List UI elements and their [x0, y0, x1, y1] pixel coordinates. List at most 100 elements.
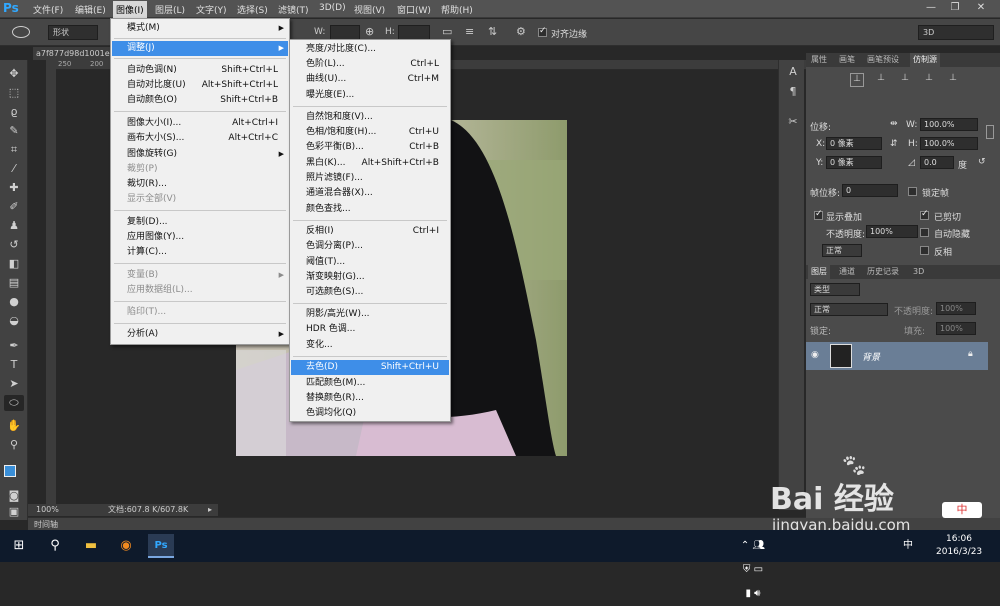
quick-select-tool-icon[interactable]: ✎ — [4, 123, 24, 139]
eraser-tool-icon[interactable]: ◧ — [4, 256, 24, 272]
menu-edit[interactable]: 编辑(E) — [75, 3, 106, 16]
eyedropper-tool-icon[interactable]: ⁄ — [4, 161, 24, 177]
shape-mode-select[interactable]: 形状 — [48, 25, 98, 40]
menu-item-calculations[interactable]: 计算(C)... — [112, 245, 288, 260]
link-icon[interactable]: ⊕ — [365, 25, 374, 38]
healing-tool-icon[interactable]: ✚ — [4, 180, 24, 196]
menu-item-selective-color[interactable]: 可选颜色(S)... — [291, 285, 449, 300]
ellipse-tool-icon[interactable] — [12, 26, 30, 38]
character-panel-icon[interactable]: A — [783, 64, 803, 80]
path-align-icon[interactable]: ≡ — [465, 25, 474, 38]
menu-item-apply-image[interactable]: 应用图像(Y)... — [112, 230, 288, 245]
search-icon[interactable]: ⚲ — [42, 534, 68, 558]
menu-item-match-color[interactable]: 匹配颜色(M)... — [291, 376, 449, 391]
gradient-tool-icon[interactable]: ▤ — [4, 275, 24, 291]
fill-input[interactable]: 100% — [936, 322, 976, 335]
move-tool-icon[interactable]: ✥ — [4, 66, 24, 82]
tab-3d[interactable]: 3D — [910, 265, 927, 279]
menu-item-canvas-size[interactable]: 画布大小(S)... Alt+Ctrl+C — [112, 131, 288, 146]
browser-icon[interactable]: ◉ — [113, 534, 139, 558]
menu-item-curves[interactable]: 曲线(U)... Ctrl+M — [291, 72, 449, 87]
flip-v-icon[interactable]: ⇵ — [890, 139, 898, 149]
menu-item-color-balance[interactable]: 色彩平衡(B)... Ctrl+B — [291, 140, 449, 155]
menu-item-auto-contrast[interactable]: 自动对比度(U) Alt+Shift+Ctrl+L — [112, 78, 288, 93]
menu-3d[interactable]: 3D(D) — [319, 3, 346, 13]
tab-properties[interactable]: 属性 — [808, 53, 830, 67]
clone-source-1-icon[interactable]: ⊥ — [850, 73, 864, 87]
menu-item-black-white[interactable]: 黑白(K)... Alt+Shift+Ctrl+B — [291, 156, 449, 171]
menu-item-analysis[interactable]: 分析(A) ▶ — [112, 327, 288, 342]
eye-icon[interactable]: ◉ — [811, 350, 819, 360]
layer-opacity-input[interactable]: 100% — [936, 302, 976, 315]
tab-clone-source[interactable]: 仿制源 — [910, 53, 940, 67]
overlay-opacity-input[interactable]: 100% — [866, 225, 918, 238]
menu-item-levels[interactable]: 色阶(L)... Ctrl+L — [291, 57, 449, 72]
layer-blend-mode[interactable]: 正常 — [810, 303, 888, 316]
menu-item-vibrance[interactable]: 自然饱和度(V)... — [291, 110, 449, 125]
menu-item-posterize[interactable]: 色调分离(P)... — [291, 239, 449, 254]
screen-mode-icon[interactable]: ▣ — [4, 504, 24, 520]
clone-source-3-icon[interactable]: ⊥ — [898, 73, 912, 87]
clock-time[interactable]: 16:06 — [946, 534, 972, 544]
menu-item-shadows-highlights[interactable]: 阴影/高光(W)... — [291, 307, 449, 322]
stamp-tool-icon[interactable]: ♟ — [4, 218, 24, 234]
type-tool-icon[interactable]: T — [4, 357, 24, 373]
path-arrange-icon[interactable]: ⇅ — [488, 25, 497, 38]
lasso-tool-icon[interactable]: ϱ — [4, 104, 24, 120]
brush-tool-icon[interactable]: ✐ — [4, 199, 24, 215]
flip-h-icon[interactable]: ⇹ — [890, 119, 898, 129]
menu-file[interactable]: 文件(F) — [33, 3, 63, 16]
menu-item-auto-tone[interactable]: 自动色调(N) Shift+Ctrl+L — [112, 63, 288, 78]
menu-item-variations[interactable]: 变化... — [291, 338, 449, 353]
show-overlay-checkbox[interactable] — [814, 209, 823, 220]
clone-x-input[interactable]: 0 像素 — [826, 137, 882, 150]
reset-icon[interactable]: ↺ — [978, 157, 986, 167]
lock-frame-checkbox[interactable] — [908, 187, 917, 196]
pen-tool-icon[interactable]: ✒ — [4, 338, 24, 354]
marquee-tool-icon[interactable]: ⬚ — [4, 85, 24, 101]
menu-view[interactable]: 视图(V) — [354, 3, 385, 16]
clone-width-input[interactable]: 100.0% — [920, 118, 978, 131]
menu-item-channel-mixer[interactable]: 通道混合器(X)... — [291, 186, 449, 201]
menu-item-threshold[interactable]: 阈值(T)... — [291, 255, 449, 270]
clone-height-input[interactable]: 100.0% — [920, 137, 978, 150]
clone-source-2-icon[interactable]: ⊥ — [874, 73, 888, 87]
path-ops-icon[interactable]: ▭ — [442, 25, 452, 38]
layer-row-background[interactable]: ◉ 背景 🔒︎ — [806, 342, 988, 370]
minimize-button[interactable]: — — [920, 0, 942, 16]
menu-window[interactable]: 窗口(W) — [397, 3, 431, 16]
history-brush-icon[interactable]: ↺ — [4, 237, 24, 253]
windows-start-icon[interactable]: ⊞ — [6, 534, 32, 558]
menu-item-hdr-toning[interactable]: HDR 色调... — [291, 322, 449, 337]
tray-icons[interactable]: ⌃ 👥︎ ⛨ ▭ ▮ 🔊︎ — [740, 534, 766, 599]
tab-layers[interactable]: 图层 — [808, 265, 830, 279]
tab-history[interactable]: 历史记录 — [864, 265, 902, 279]
clock-date[interactable]: 2016/3/23 — [936, 547, 982, 557]
height-input[interactable] — [398, 25, 430, 40]
file-explorer-icon[interactable]: ▬ — [78, 534, 104, 558]
tab-brush[interactable]: 画笔 — [836, 53, 858, 67]
foreground-color-swatch[interactable] — [4, 465, 16, 477]
status-arrow-icon[interactable]: ▸ — [208, 504, 212, 516]
menu-item-desaturate[interactable]: 去色(D) Shift+Ctrl+U — [291, 360, 449, 375]
invert-checkbox[interactable] — [920, 246, 929, 255]
frame-offset-input[interactable]: 0 — [842, 184, 898, 197]
menu-item-hue-saturation[interactable]: 色相/饱和度(H)... Ctrl+U — [291, 125, 449, 140]
menu-item-invert[interactable]: 反相(I) Ctrl+I — [291, 224, 449, 239]
clone-source-5-icon[interactable]: ⊥ — [946, 73, 960, 87]
menu-item-equalize[interactable]: 色调均化(Q) — [291, 406, 449, 421]
photoshop-logo[interactable]: Ps — [3, 1, 23, 17]
menu-item-duplicate[interactable]: 复制(D)... — [112, 215, 288, 230]
menu-layer[interactable]: 图层(L) — [155, 3, 185, 16]
clone-source-4-icon[interactable]: ⊥ — [922, 73, 936, 87]
menu-select[interactable]: 选择(S) — [237, 3, 268, 16]
tool-presets-icon[interactable]: ✂ — [783, 114, 803, 130]
clone-y-input[interactable]: 0 像素 — [826, 156, 882, 169]
menu-item-trim[interactable]: 裁切(R)... — [112, 177, 288, 192]
overlay-blend-select[interactable]: 正常 — [822, 244, 862, 257]
clipped-checkbox[interactable] — [920, 209, 929, 220]
clone-angle-input[interactable]: 0.0 — [920, 156, 954, 169]
paragraph-panel-icon[interactable]: ¶ — [783, 84, 803, 100]
blur-tool-icon[interactable]: ● — [4, 294, 24, 310]
menu-item-gradient-map[interactable]: 渐变映射(G)... — [291, 270, 449, 285]
